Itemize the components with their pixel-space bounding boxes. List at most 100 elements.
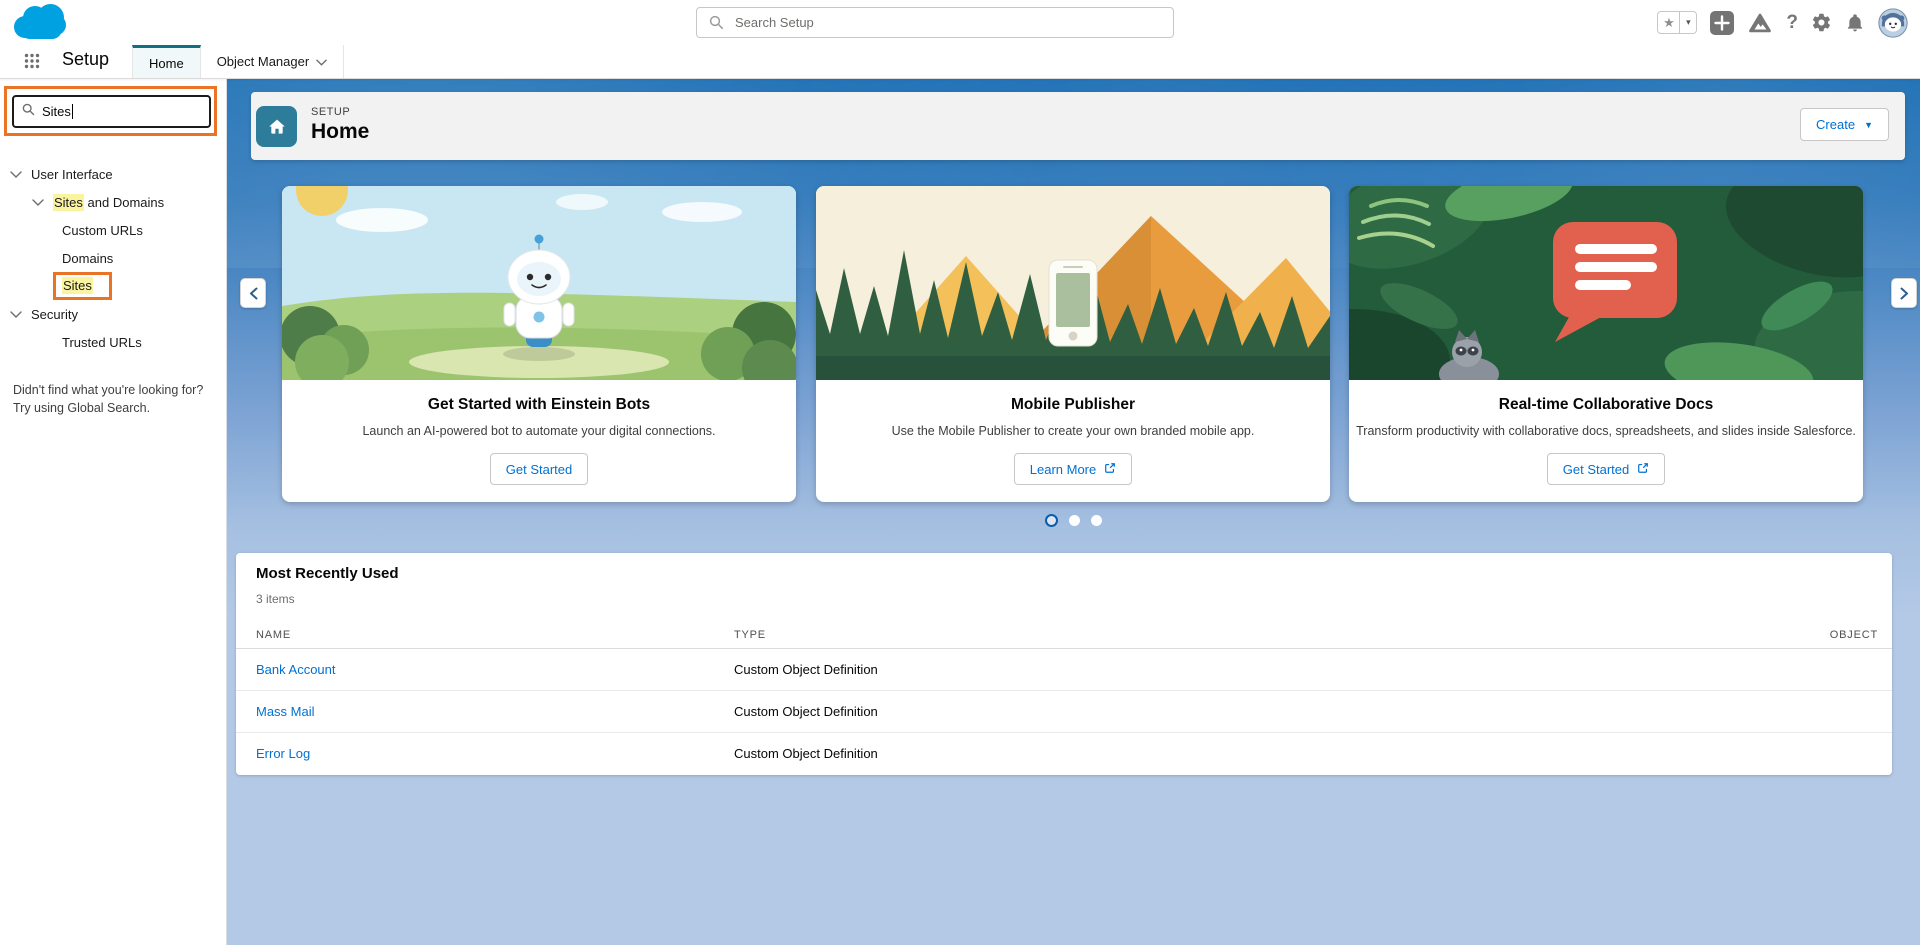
promo-card-einstein-bots: Get Started with Einstein Bots Launch an… xyxy=(282,186,796,502)
tab-object-manager[interactable]: Object Manager xyxy=(201,45,345,78)
salesforce-setup-app: ★ ▾ ? xyxy=(0,0,1920,945)
setup-navbar: Setup Home Object Manager xyxy=(0,45,1920,79)
tree-item-custom-urls[interactable]: Custom URLs xyxy=(0,216,226,244)
tree-item-sites-and-domains[interactable]: Sites and Domains xyxy=(0,188,226,216)
page-title: Home xyxy=(311,120,369,144)
search-setup-input[interactable] xyxy=(696,7,1174,38)
global-search-hint-line2: Try using Global Search. xyxy=(13,399,203,417)
nav-tabs: Home Object Manager xyxy=(132,45,344,78)
record-link[interactable]: Mass Mail xyxy=(236,704,734,719)
tree-label: Security xyxy=(31,307,78,322)
notifications-bell-icon[interactable] xyxy=(1845,12,1865,34)
table-row: Bank Account Custom Object Definition xyxy=(236,649,1892,691)
tab-object-manager-label: Object Manager xyxy=(217,54,310,69)
help-icon[interactable]: ? xyxy=(1786,12,1798,34)
chevron-down-icon xyxy=(32,199,44,206)
record-type: Custom Object Definition xyxy=(734,662,1772,677)
column-header-object: OBJECT xyxy=(1772,629,1892,641)
setup-home-icon xyxy=(256,106,297,147)
recent-table: NAME TYPE OBJECT Bank Account Custom Obj… xyxy=(236,621,1892,774)
global-search xyxy=(696,7,1174,38)
tree-item-trusted-urls[interactable]: Trusted URLs xyxy=(0,328,226,356)
create-button[interactable]: Create ▼ xyxy=(1800,108,1889,141)
tab-home-label: Home xyxy=(149,56,184,71)
record-link[interactable]: Error Log xyxy=(236,746,734,761)
promo-card-title: Mobile Publisher xyxy=(816,396,1330,414)
page-eyebrow: SETUP xyxy=(311,106,350,118)
most-recently-used-card: Most Recently Used 3 items NAME TYPE OBJ… xyxy=(236,553,1892,775)
promo-card-title: Get Started with Einstein Bots xyxy=(282,396,796,414)
tree-item-sites[interactable]: Sites xyxy=(0,272,226,300)
search-match-highlight: Sites xyxy=(62,277,93,294)
tree-item-user-interface[interactable]: User Interface xyxy=(0,160,226,188)
promo-button-label: Get Started xyxy=(506,462,572,477)
create-button-label: Create xyxy=(1816,117,1855,132)
promo-card-title: Real-time Collaborative Docs xyxy=(1349,396,1863,414)
tree-label: Trusted URLs xyxy=(62,335,142,350)
collaborative-docs-illustration xyxy=(1349,186,1863,380)
setup-sidebar: Sites User Interface Sites and Domains C… xyxy=(0,78,227,945)
annotation-sites: Sites xyxy=(53,272,112,300)
tree-item-domains[interactable]: Domains xyxy=(0,244,226,272)
quick-add-icon[interactable] xyxy=(1710,11,1734,35)
favorites-star-icon[interactable]: ★ xyxy=(1657,11,1680,34)
column-header-name: NAME xyxy=(236,629,734,641)
main-content: SETUP Home Create ▼ xyxy=(226,78,1920,945)
carousel-previous-button[interactable] xyxy=(240,278,266,308)
promo-button-label: Get Started xyxy=(1563,462,1629,477)
carousel-dot-2[interactable] xyxy=(1069,515,1080,526)
promo-button-label: Learn More xyxy=(1030,462,1096,477)
text-cursor xyxy=(72,104,73,119)
record-type: Custom Object Definition xyxy=(734,746,1772,761)
global-header: ★ ▾ ? xyxy=(0,0,1920,45)
salesforce-logo xyxy=(14,4,68,40)
tree-label: Domains xyxy=(62,251,113,266)
chevron-down-icon xyxy=(10,171,22,178)
tree-label: Sites and Domains xyxy=(53,195,164,210)
table-row: Error Log Custom Object Definition xyxy=(236,733,1892,774)
promo-card-collaborative-docs: Real-time Collaborative Docs Transform p… xyxy=(1349,186,1863,502)
search-icon xyxy=(709,15,724,35)
tree-item-security[interactable]: Security xyxy=(0,300,226,328)
column-header-type: TYPE xyxy=(734,629,1772,641)
recent-card-title: Most Recently Used xyxy=(256,565,399,582)
carousel-dot-1[interactable] xyxy=(1045,514,1058,527)
promo-card-description: Use the Mobile Publisher to create your … xyxy=(816,424,1330,438)
search-match-highlight: Sites xyxy=(53,194,84,211)
app-name: Setup xyxy=(62,49,109,70)
setup-tree: User Interface Sites and Domains Custom … xyxy=(0,160,226,356)
promo-card-description: Transform productivity with collaborativ… xyxy=(1349,424,1863,438)
promo-card-description: Launch an AI-powered bot to automate you… xyxy=(282,424,796,438)
settings-gear-icon[interactable] xyxy=(1811,12,1832,33)
favorites-dropdown-icon[interactable]: ▾ xyxy=(1680,11,1697,34)
external-link-icon xyxy=(1637,462,1649,477)
carousel-dots xyxy=(226,515,1920,527)
user-avatar[interactable] xyxy=(1878,8,1908,38)
global-search-hint-line1: Didn't find what you're looking for? xyxy=(13,381,203,399)
get-started-button[interactable]: Get Started xyxy=(1547,453,1665,485)
quick-find-value: Sites xyxy=(42,104,71,119)
record-type: Custom Object Definition xyxy=(734,704,1772,719)
app-launcher-waffle-icon[interactable] xyxy=(24,53,40,74)
carousel-next-button[interactable] xyxy=(1891,278,1917,308)
global-search-hint: Didn't find what you're looking for? Try… xyxy=(13,381,203,417)
learn-more-button[interactable]: Learn More xyxy=(1014,453,1132,485)
record-link[interactable]: Bank Account xyxy=(236,662,734,677)
header-icon-bar: ★ ▾ ? xyxy=(1657,0,1908,45)
promo-card-mobile-publisher: Mobile Publisher Use the Mobile Publishe… xyxy=(816,186,1330,502)
external-link-icon xyxy=(1104,462,1116,477)
tree-label: Custom URLs xyxy=(62,223,143,238)
get-started-button[interactable]: Get Started xyxy=(490,453,588,485)
page-header-card: SETUP Home Create ▼ xyxy=(251,92,1905,160)
einstein-bots-illustration xyxy=(282,186,796,380)
mobile-publisher-illustration xyxy=(816,186,1330,380)
carousel-dot-3[interactable] xyxy=(1091,515,1102,526)
table-row: Mass Mail Custom Object Definition xyxy=(236,691,1892,733)
guidance-center-icon[interactable] xyxy=(1747,12,1773,34)
quick-find-input[interactable]: Sites xyxy=(12,95,211,128)
chevron-down-icon: ▼ xyxy=(1864,120,1873,130)
chevron-down-icon xyxy=(10,311,22,318)
tab-home[interactable]: Home xyxy=(132,45,201,78)
recent-item-count: 3 items xyxy=(256,592,295,606)
recent-table-header: NAME TYPE OBJECT xyxy=(236,621,1892,649)
